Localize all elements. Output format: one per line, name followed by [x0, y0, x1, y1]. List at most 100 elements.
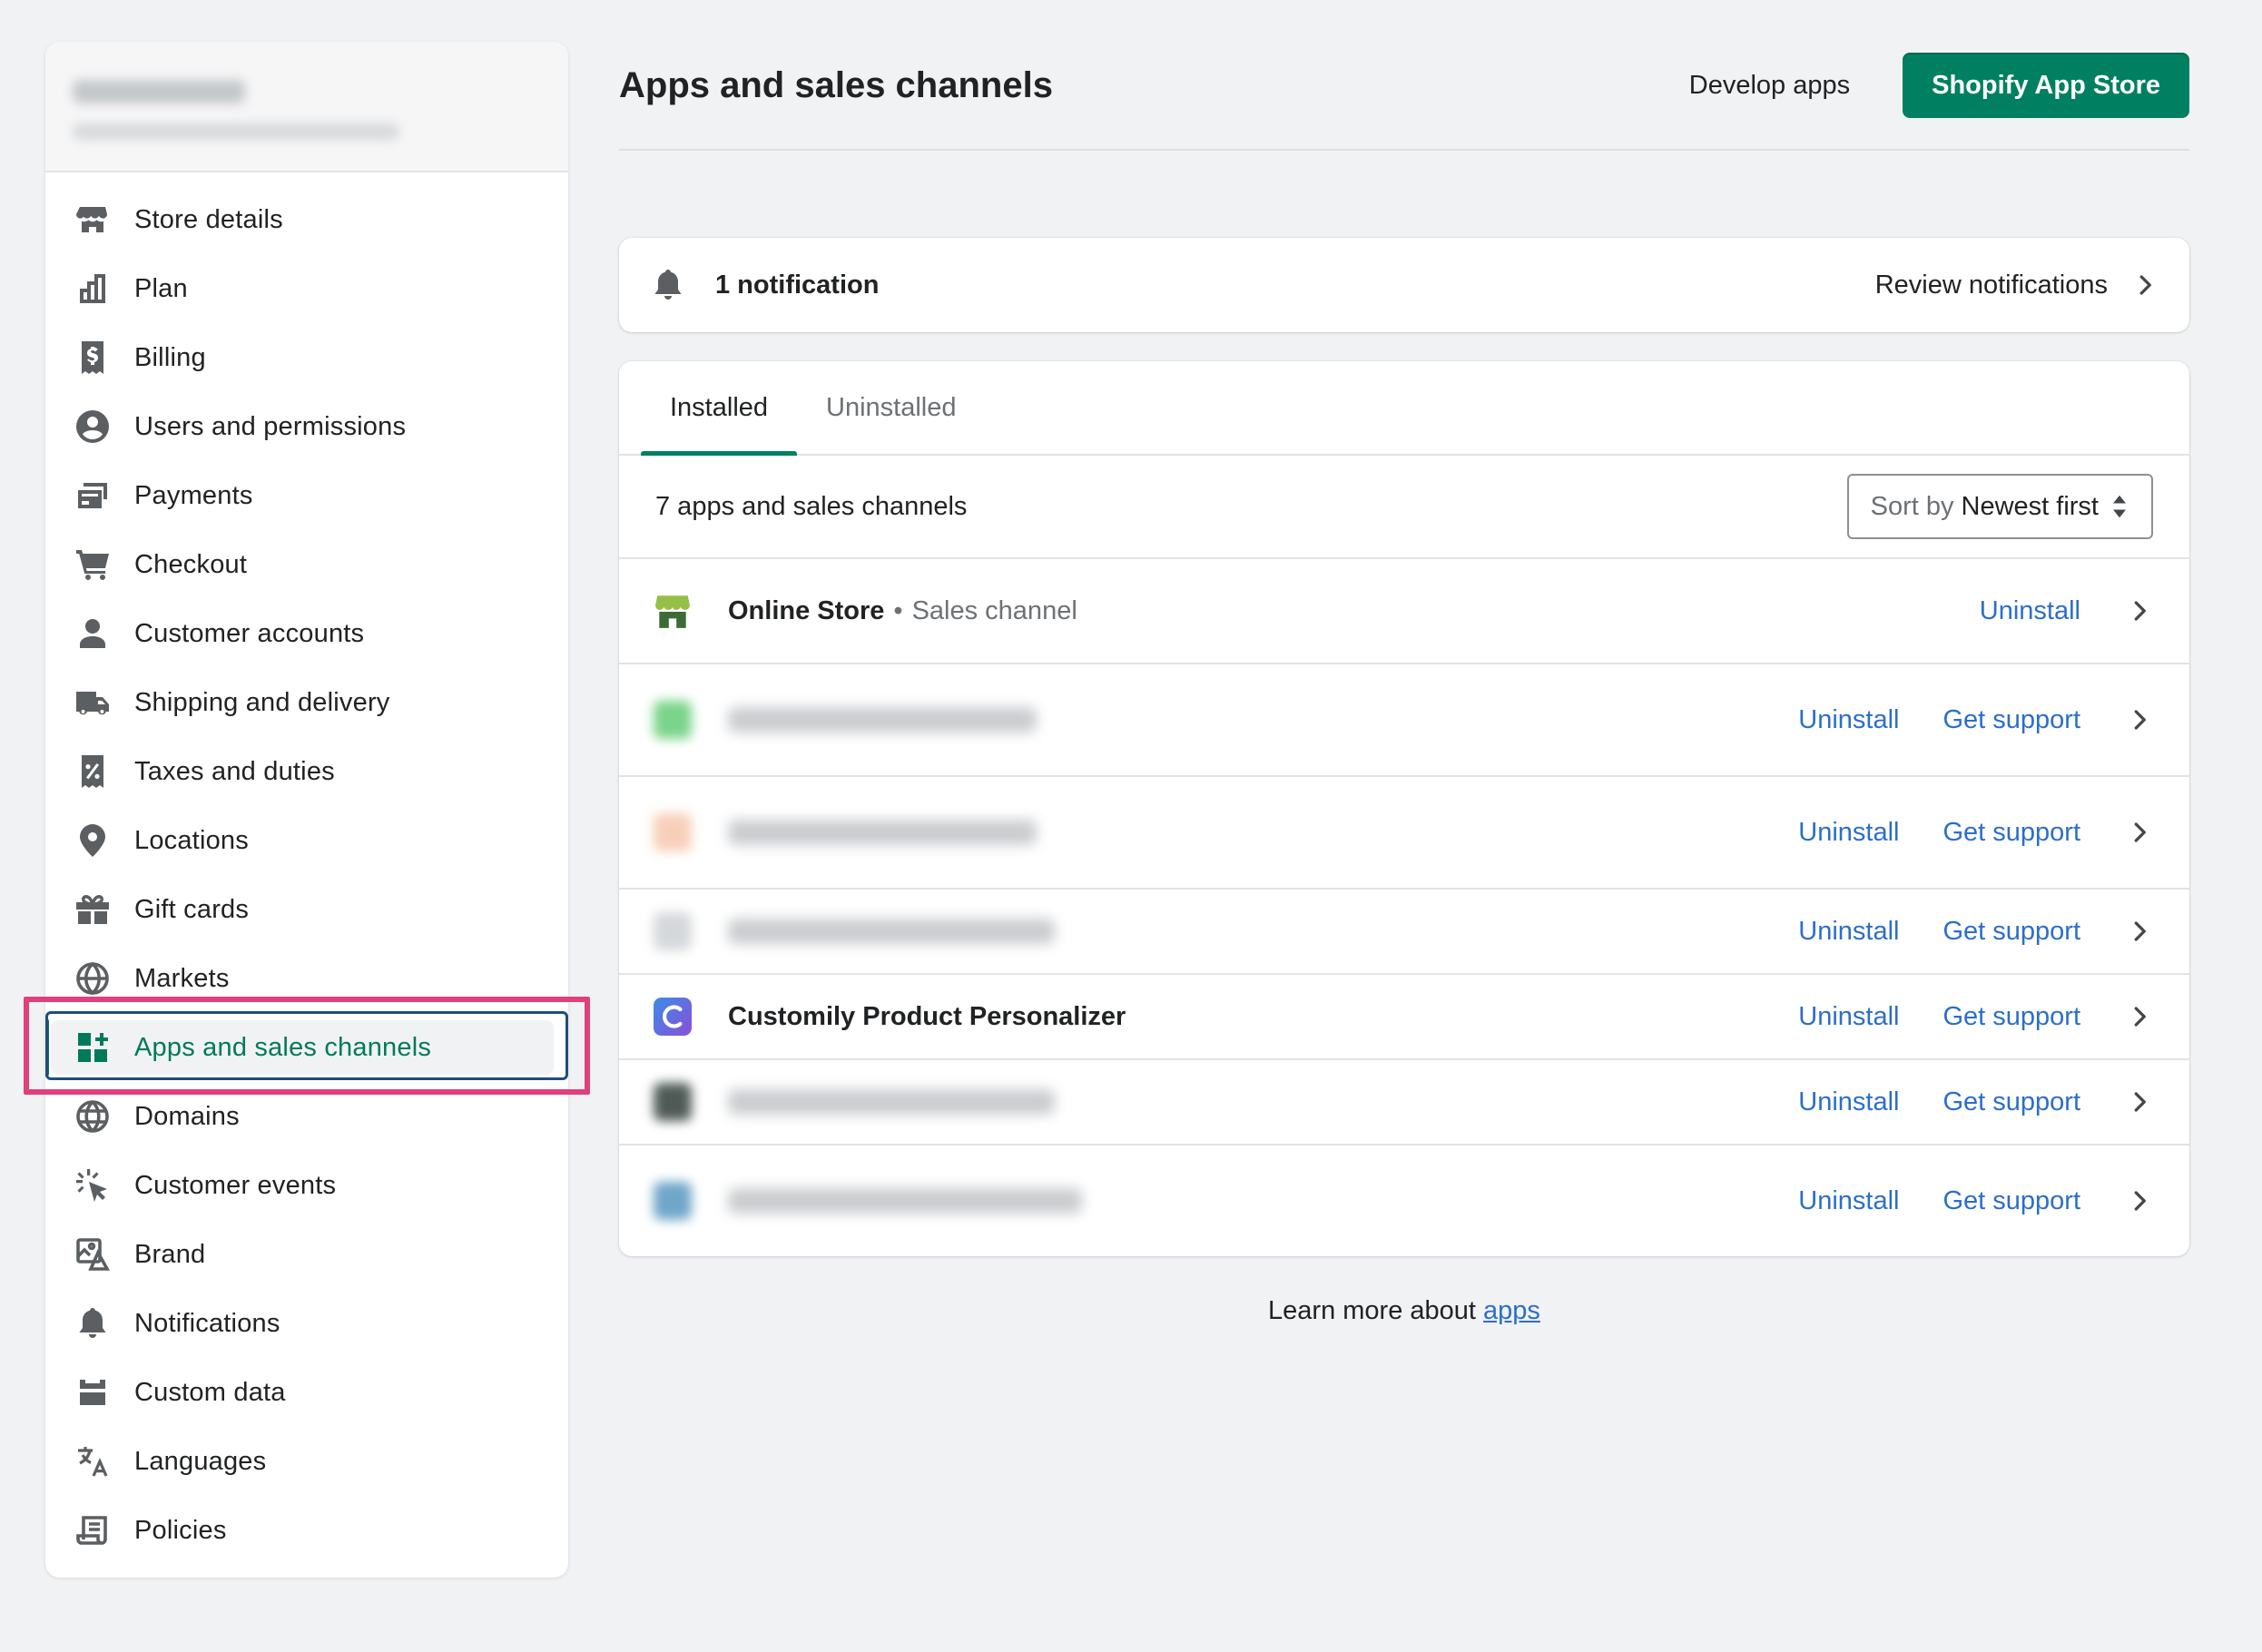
store-email-redacted — [73, 123, 399, 140]
app-icon-redacted — [654, 912, 692, 950]
uninstall-link[interactable]: Uninstall — [1798, 1002, 1899, 1032]
sidebar-item-taxes-and-duties[interactable]: Taxes and duties — [45, 737, 568, 806]
sidebar-item-domains[interactable]: Domains — [45, 1082, 568, 1151]
sidebar-item-shipping-and-delivery[interactable]: Shipping and delivery — [45, 668, 568, 737]
app-info: Customily Product Personalizer — [728, 1002, 1798, 1032]
shopify-app-store-button[interactable]: Shopify App Store — [1903, 53, 2189, 118]
app-row-redacted[interactable]: Uninstall Get support — [619, 664, 2189, 777]
globe-markets-icon — [74, 960, 111, 997]
get-support-link[interactable]: Get support — [1942, 917, 2080, 947]
app-info — [728, 1089, 1798, 1115]
location-pin-icon — [74, 822, 111, 859]
store-icon — [74, 202, 111, 238]
sidebar-item-label: Apps and sales channels — [134, 1032, 432, 1062]
get-support-link[interactable]: Get support — [1942, 1087, 2080, 1117]
chevron-right-icon[interactable] — [2126, 819, 2153, 846]
billing-icon — [74, 339, 111, 376]
app-row-redacted[interactable]: Uninstall Get support — [619, 1060, 2189, 1146]
chevron-right-icon[interactable] — [2126, 597, 2153, 624]
notification-banner[interactable]: 1 notification Review notifications — [619, 238, 2189, 332]
chevron-right-icon[interactable] — [2126, 1088, 2153, 1116]
apps-icon — [74, 1029, 111, 1066]
sidebar-item-notifications[interactable]: Notifications — [45, 1289, 568, 1358]
apps-count: 7 apps and sales channels — [655, 491, 968, 521]
uninstall-link[interactable]: Uninstall — [1798, 1186, 1899, 1216]
notification-count: 1 notification — [715, 270, 880, 300]
sidebar-item-locations[interactable]: Locations — [45, 806, 568, 875]
tab-uninstalled[interactable]: Uninstalled — [797, 361, 985, 454]
separator-dot: • — [893, 595, 903, 625]
online-store-icon — [655, 595, 690, 628]
get-support-link[interactable]: Get support — [1942, 705, 2080, 735]
uninstall-link[interactable]: Uninstall — [1798, 818, 1899, 848]
uninstall-link[interactable]: Uninstall — [1798, 1087, 1899, 1117]
uninstall-link[interactable]: Uninstall — [1980, 596, 2080, 626]
app-row-customily[interactable]: Customily Product Personalizer Uninstall… — [619, 975, 2189, 1060]
app-info: Online Store • Sales channel — [728, 596, 1980, 626]
sidebar-item-custom-data[interactable]: Custom data — [45, 1358, 568, 1427]
page-title: Apps and sales channels — [619, 64, 1053, 105]
sidebar-item-customer-events[interactable]: Customer events — [45, 1151, 568, 1220]
sidebar-item-label: Payments — [134, 480, 253, 510]
sidebar-item-languages[interactable]: Languages — [45, 1427, 568, 1496]
review-notifications-link[interactable]: Review notifications — [1875, 270, 2108, 300]
bell-icon — [74, 1305, 111, 1342]
brand-icon — [74, 1236, 111, 1273]
sidebar-item-label: Users and permissions — [134, 411, 407, 441]
sidebar-item-label: Markets — [134, 963, 230, 993]
get-support-link[interactable]: Get support — [1942, 1002, 2080, 1032]
uninstall-link[interactable]: Uninstall — [1798, 705, 1899, 735]
custom-data-icon — [74, 1374, 111, 1411]
store-name-redacted — [73, 80, 245, 103]
chevron-right-icon[interactable] — [2126, 918, 2153, 945]
sidebar-item-gift-cards[interactable]: Gift cards — [45, 875, 568, 944]
app-row-redacted[interactable]: Uninstall Get support — [619, 1146, 2189, 1256]
sidebar-item-label: Policies — [134, 1515, 227, 1545]
store-switcher[interactable] — [45, 42, 568, 172]
sidebar-item-users-and-permissions[interactable]: Users and permissions — [45, 392, 568, 461]
sidebar-item-markets[interactable]: Markets — [45, 944, 568, 1013]
learn-more-text: Learn more about — [1268, 1296, 1476, 1325]
app-icon-redacted — [654, 701, 692, 739]
settings-nav: Store details Plan Billing Users and per… — [45, 172, 568, 1565]
app-name: Online Store — [728, 595, 885, 625]
sidebar-item-payments[interactable]: Payments — [45, 461, 568, 530]
plan-icon — [74, 270, 111, 307]
uninstall-link[interactable]: Uninstall — [1798, 917, 1899, 947]
sidebar-item-plan[interactable]: Plan — [45, 254, 568, 323]
cursor-click-icon — [74, 1167, 111, 1204]
apps-list-card: Installed Uninstalled 7 apps and sales c… — [619, 361, 2189, 1256]
app-row-online-store[interactable]: Online Store • Sales channel Uninstall — [619, 559, 2189, 664]
chevron-right-icon[interactable] — [2126, 1003, 2153, 1030]
sidebar-item-store-details[interactable]: Store details — [45, 185, 568, 254]
get-support-link[interactable]: Get support — [1942, 818, 2080, 848]
payments-icon — [74, 477, 111, 514]
app-info — [728, 820, 1798, 845]
sidebar-item-label: Customer events — [134, 1170, 337, 1200]
app-row-redacted[interactable]: Uninstall Get support — [619, 777, 2189, 890]
chevron-right-icon[interactable] — [2126, 706, 2153, 733]
tab-installed[interactable]: Installed — [641, 361, 798, 456]
app-icon-redacted — [654, 1083, 692, 1121]
learn-more-footer: Learn more about apps — [619, 1296, 2189, 1326]
sidebar-item-customer-accounts[interactable]: Customer accounts — [45, 599, 568, 668]
sort-select[interactable]: Sort by Newest first — [1846, 474, 2153, 539]
app-icon-redacted — [654, 1182, 692, 1220]
chevron-right-icon[interactable] — [2131, 271, 2159, 299]
app-row-redacted[interactable]: Uninstall Get support — [619, 890, 2189, 975]
globe-icon — [74, 1098, 111, 1135]
sidebar-item-brand[interactable]: Brand — [45, 1220, 568, 1289]
get-support-link[interactable]: Get support — [1942, 1186, 2080, 1216]
customily-icon — [654, 998, 692, 1036]
sidebar-item-billing[interactable]: Billing — [45, 323, 568, 392]
sidebar-item-label: Brand — [134, 1239, 206, 1269]
apps-help-link[interactable]: apps — [1483, 1296, 1540, 1325]
sidebar-item-checkout[interactable]: Checkout — [45, 530, 568, 599]
develop-apps-button[interactable]: Develop apps — [1689, 71, 1850, 101]
sidebar-item-label: Gift cards — [134, 894, 250, 924]
sidebar-item-apps-and-sales-channels[interactable]: Apps and sales channels — [45, 1013, 568, 1082]
sidebar-item-policies[interactable]: Policies — [45, 1496, 568, 1565]
app-info — [728, 1188, 1798, 1214]
chevron-right-icon[interactable] — [2126, 1187, 2153, 1214]
sort-value: Newest first — [1961, 491, 2099, 521]
